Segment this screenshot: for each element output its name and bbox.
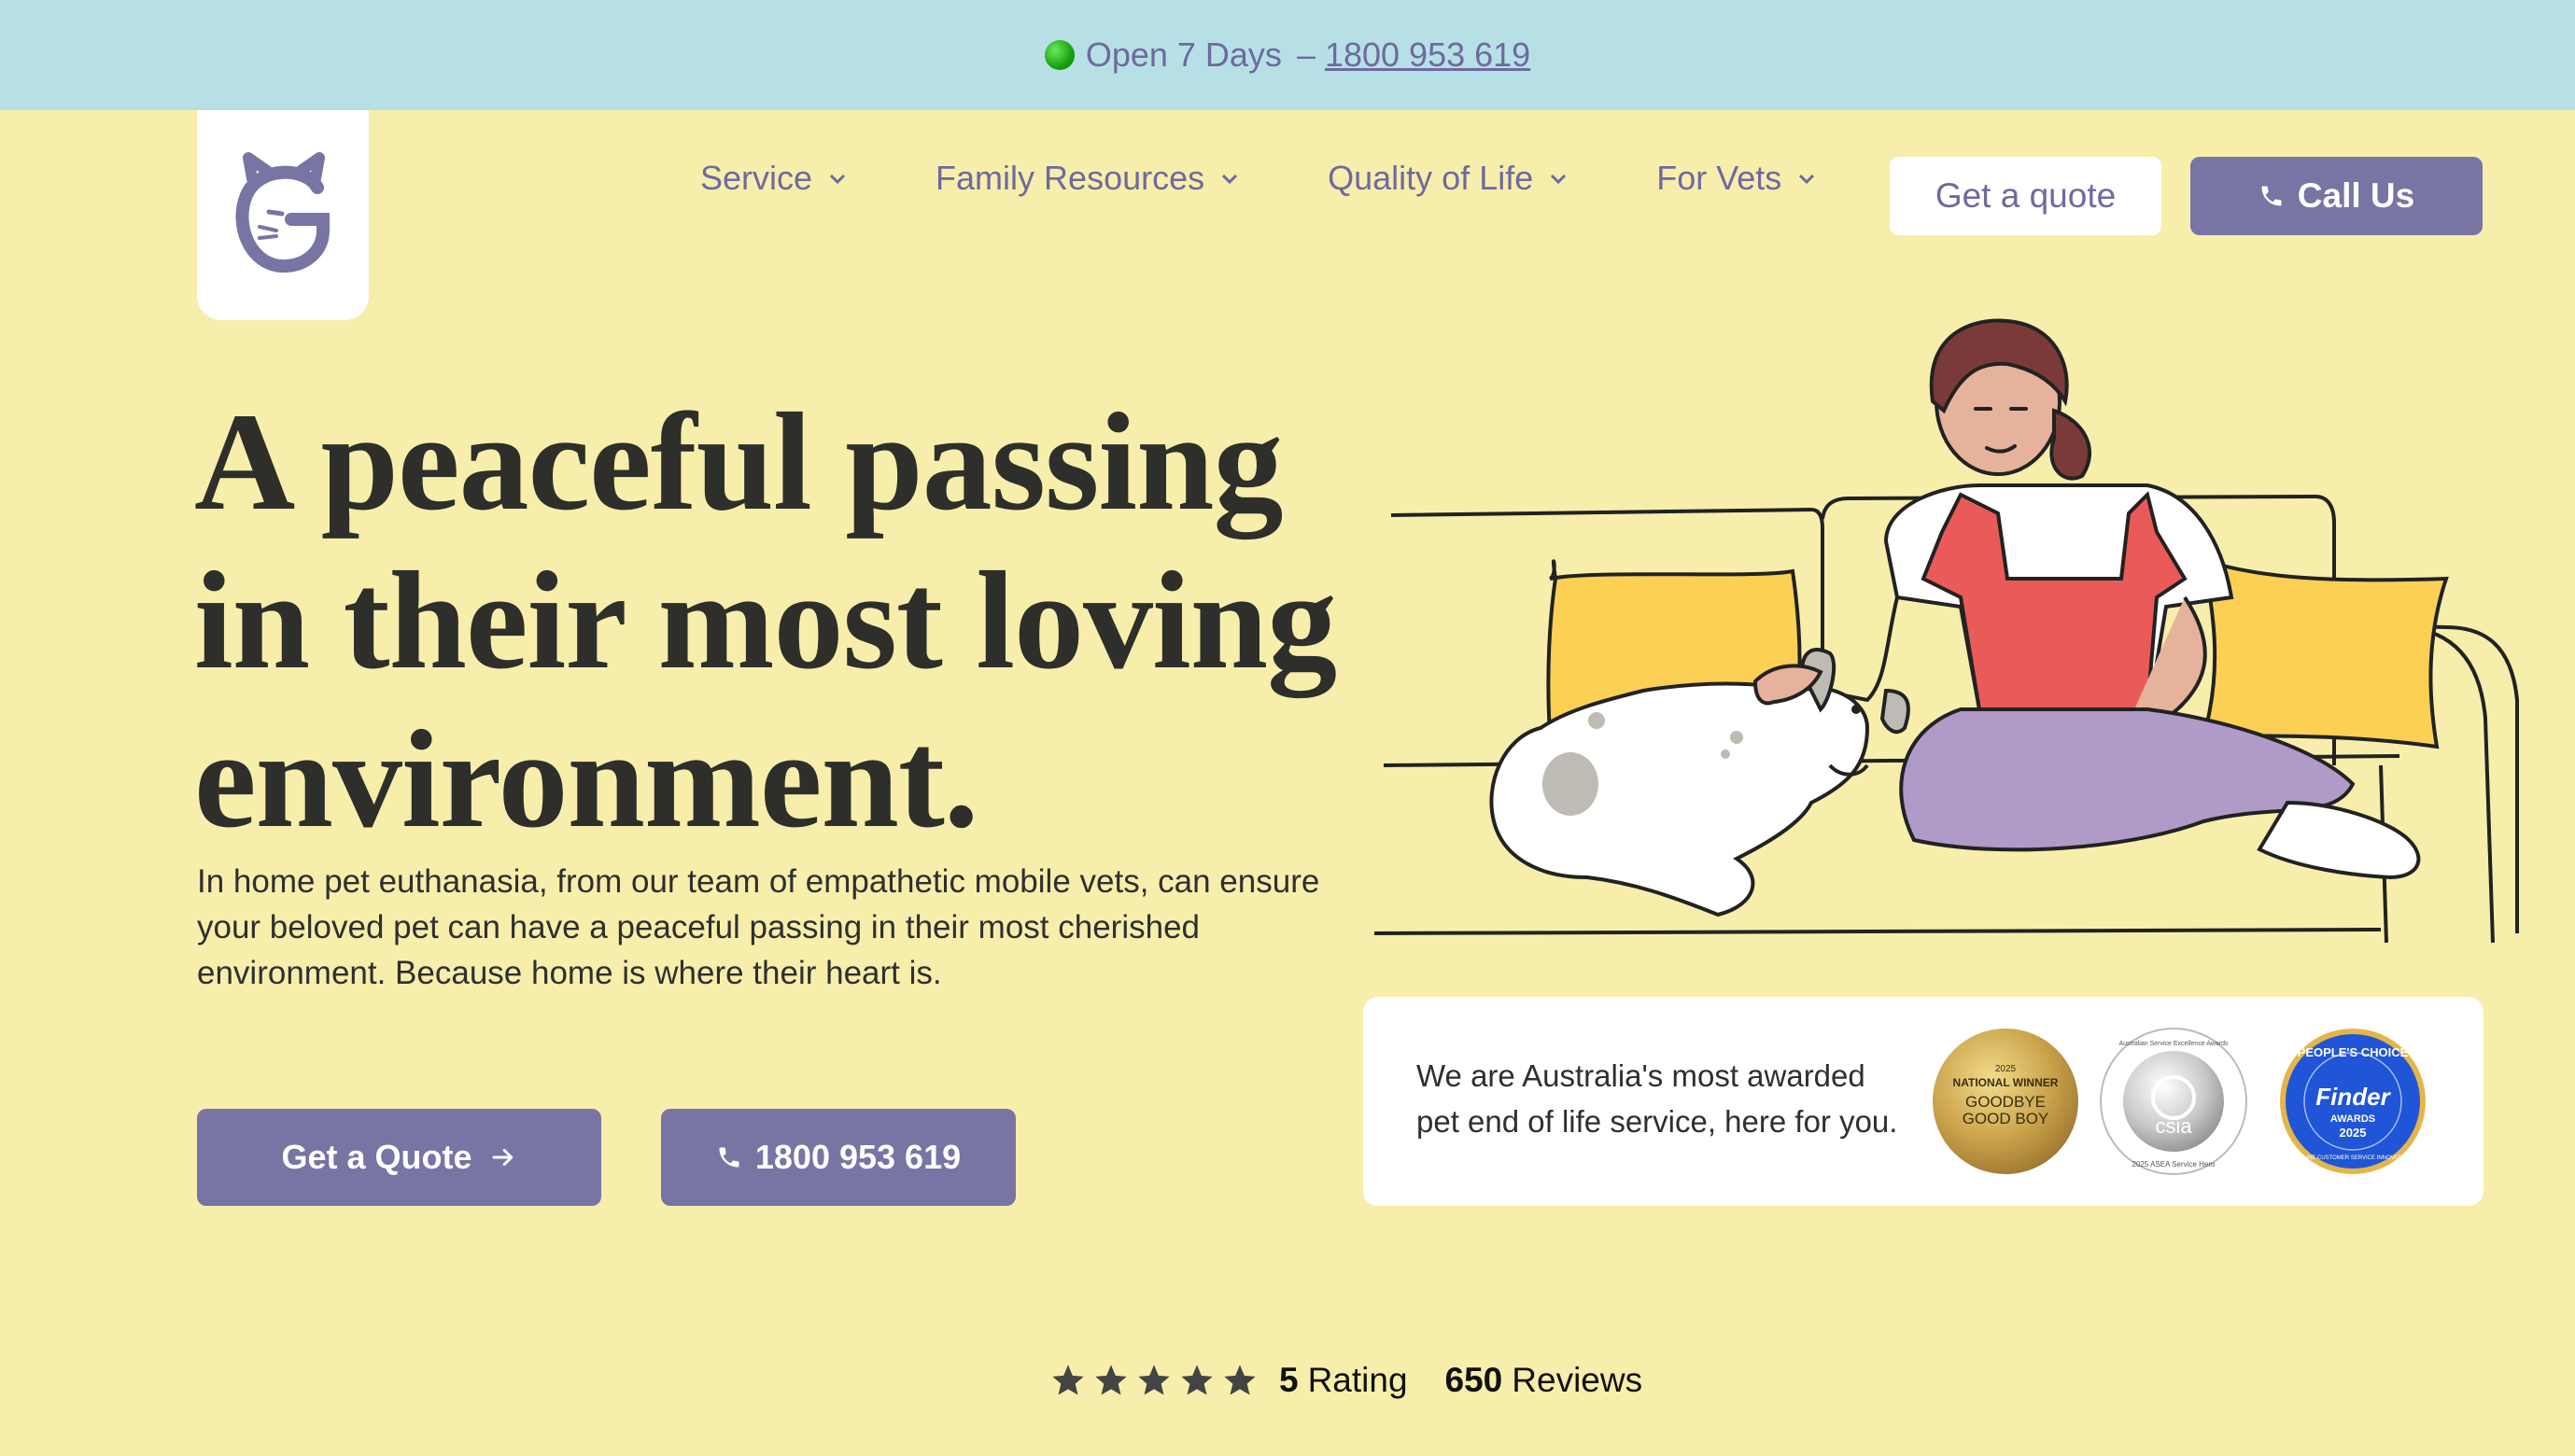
rating-score: 5 (1279, 1361, 1299, 1399)
star-icon (1181, 1365, 1213, 1395)
csia-label: csia (2155, 1114, 2192, 1138)
awards-text: We are Australia's most awarded pet end … (1416, 1058, 1898, 1139)
badge-brand-line1: GOODBYE (1965, 1093, 2046, 1111)
get-a-quote-label: Get a Quote (281, 1138, 472, 1176)
star-icon (1095, 1365, 1127, 1395)
nav-item-family-resources[interactable]: Family Resources (936, 159, 1240, 198)
chevron-down-icon (1551, 174, 1567, 185)
nav-get-quote-button[interactable]: Get a quote (1890, 157, 2161, 235)
chevron-down-icon (1799, 174, 1815, 185)
separator: – (1296, 35, 1316, 74)
finder-peoples-choice-badge: PEOPLE'S CHOICE Finder AWARDS 2025 ONLIN… (2280, 1029, 2426, 1174)
chevron-down-icon (829, 174, 846, 185)
csia-service-excellence-badge: csia Australian Service Excellence Award… (2100, 1028, 2247, 1175)
awards-card: We are Australia's most awarded pet end … (1363, 997, 2484, 1206)
open-hours-text: Open 7 Days (1085, 35, 1282, 74)
top-bar: Open 7 Days – 1800 953 619 (0, 0, 2575, 110)
star-icon (1224, 1365, 1256, 1395)
goodbye-good-boy-award-badge: 2025 NATIONAL WINNER GOODBYE GOOD BOY (1933, 1029, 2078, 1174)
chevron-down-icon (1222, 174, 1238, 185)
csia-bottom-text: 2025 ASEA Service Hero (2132, 1160, 2216, 1169)
badge-brand-line2: GOOD BOY (1963, 1110, 2049, 1127)
nav-item-label: For Vets (1656, 159, 1782, 197)
csia-ring-text: Australian Service Excellence Awards (2119, 1041, 2229, 1047)
main-nav: Service Family Resources Quality of Life… (700, 159, 1817, 198)
get-a-quote-button[interactable]: Get a Quote (197, 1109, 601, 1206)
hero-title-line: in their most loving (194, 543, 1337, 698)
hero-title-line: environment. (194, 702, 978, 857)
finder-year: 2025 (2340, 1126, 2367, 1140)
nav-item-service[interactable]: Service (700, 159, 848, 198)
reviews-count: 650 (1444, 1361, 1503, 1399)
phone-icon (719, 1147, 739, 1168)
nav-item-label: Quality of Life (1328, 159, 1534, 197)
badge-winner: NATIONAL WINNER (1953, 1076, 2059, 1089)
nav-item-quality-of-life[interactable]: Quality of Life (1328, 159, 1569, 198)
finder-ring-text: ONLINE CUSTOMER SERVICE INNOVATION (2295, 1155, 2411, 1161)
nav-call-us-button[interactable]: Call Us (2190, 157, 2483, 235)
finder-brand: Finder (2315, 1083, 2391, 1111)
finder-top: PEOPLE'S CHOICE (2298, 1045, 2409, 1059)
arrow-right-icon (492, 1149, 513, 1166)
call-us-label: Call Us (2297, 176, 2415, 215)
woman-with-dog-on-couch-illustration (1373, 318, 2519, 944)
rating-label: Rating (1307, 1361, 1408, 1399)
badge-year: 2025 (1995, 1064, 2017, 1074)
hero-title-line: A peaceful passing (194, 385, 1284, 539)
nav-item-label: Service (700, 159, 813, 197)
hero-description: In home pet euthanasia, from our team of… (197, 863, 1320, 991)
hero-title: A peaceful passing in their most loving … (194, 383, 1408, 859)
reviews-label: Reviews (1512, 1361, 1643, 1399)
star-icon (1138, 1365, 1170, 1395)
status-dot-icon (1044, 40, 1075, 70)
star-icon (1052, 1365, 1084, 1395)
logo[interactable] (197, 110, 369, 320)
finder-sub: AWARDS (2330, 1113, 2375, 1125)
star-rating (1049, 1362, 1264, 1399)
cat-g-logo-icon (235, 151, 330, 273)
rating-summary: 5 Rating 650 Reviews (1049, 1361, 1642, 1400)
nav-item-label: Family Resources (936, 159, 1205, 197)
nav-item-for-vets[interactable]: For Vets (1656, 159, 1817, 198)
topbar-phone-link[interactable]: 1800 953 619 (1325, 35, 1530, 75)
phone-icon (2261, 186, 2282, 206)
phone-button[interactable]: 1800 953 619 (661, 1109, 1016, 1206)
phone-button-label: 1800 953 619 (754, 1138, 962, 1176)
